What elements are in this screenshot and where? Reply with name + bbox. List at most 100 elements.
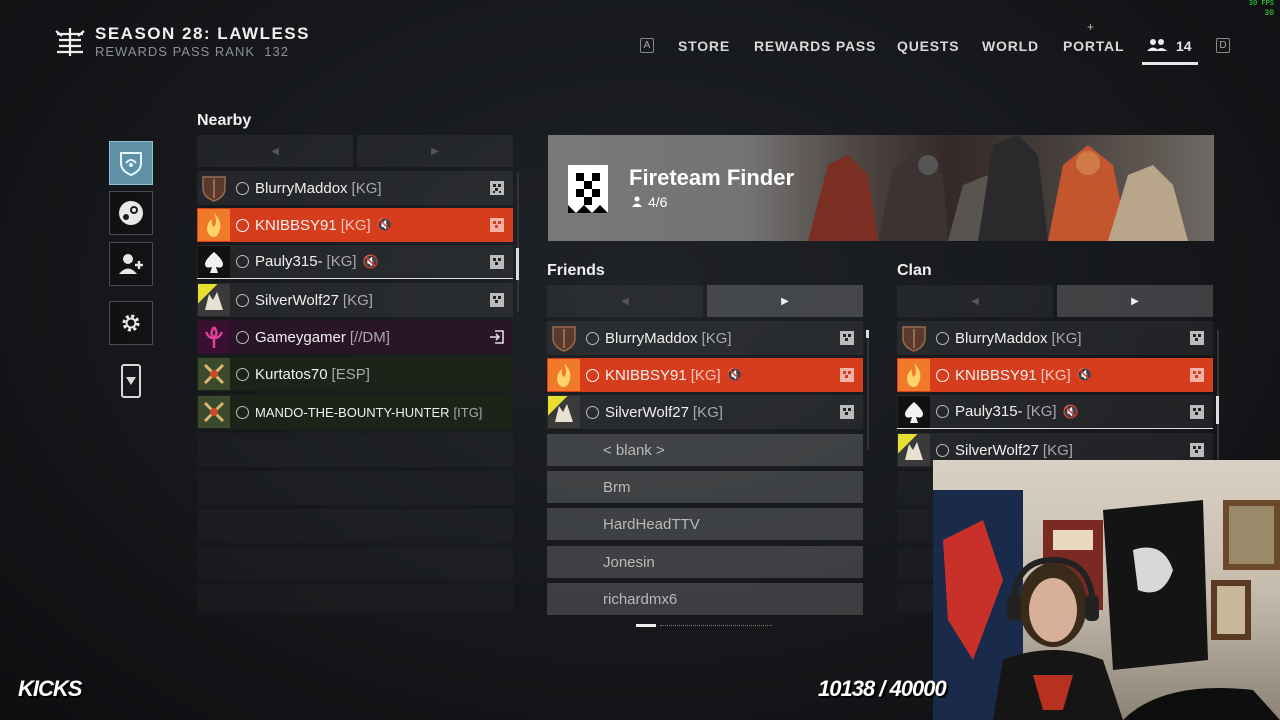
nearby-empty-slot (197, 471, 513, 505)
spade-emblem-icon (898, 395, 930, 428)
player-clan-tag: [//DM] (349, 328, 390, 346)
nearby-row-pauly315[interactable]: Pauly315- [KG] 🔇 (197, 245, 513, 279)
shield-radar-icon (120, 152, 142, 177)
friends-row-blurrymaddox[interactable]: BlurryMaddox [KG] (547, 321, 863, 355)
nav-world[interactable]: WORLD (982, 38, 1039, 54)
join-fireteam-icon[interactable] (489, 254, 505, 270)
nearby-row-kurtatos70[interactable]: Kurtatos70 [ESP] (197, 357, 513, 391)
crossed-axes-emblem-icon (198, 396, 230, 428)
nearby-scrollbar[interactable] (516, 172, 519, 312)
fps-counter: 30 FPS 30 (1249, 0, 1274, 18)
friends-pager: ◀ ▶ (547, 285, 863, 317)
player-name: MANDO-THE-BOUNTY-HUNTER (255, 404, 450, 420)
friends-offline-row[interactable]: Brm (547, 471, 863, 503)
friends-row-silverwolf27[interactable]: SilverWolf27 [KG] (547, 395, 863, 429)
join-fireteam-icon[interactable] (839, 404, 855, 420)
steam-icon (236, 293, 249, 307)
steam-icon (936, 368, 949, 382)
friends-offline-row[interactable]: HardHeadTTV (547, 508, 863, 540)
muted-icon: 🔇 (376, 217, 393, 232)
join-game-icon[interactable] (489, 329, 505, 345)
flame-emblem-icon (548, 359, 580, 391)
clan-row-knibbsy91[interactable]: KNIBBSY91 [KG] 🔇 (897, 358, 1213, 392)
nearby-empty-slot (197, 547, 513, 581)
nearby-title: Nearby (197, 112, 252, 129)
rail-add-friend-button[interactable] (109, 242, 153, 286)
nav-store[interactable]: STORE (678, 38, 730, 54)
player-clan-tag: [KG] (1040, 366, 1071, 384)
nav-rewards-pass[interactable]: REWARDS PASS (754, 38, 876, 54)
nearby-empty-slot (197, 509, 513, 543)
rank-value: 132 (264, 44, 289, 59)
clan-row-pauly315[interactable]: Pauly315- [KG] 🔇 (897, 395, 1213, 429)
person-icon (632, 196, 642, 207)
xbox-icon (236, 181, 249, 195)
clan-scrollbar[interactable] (1216, 330, 1219, 460)
friends-offline-row[interactable]: Jonesin (547, 546, 863, 578)
nearby-row-blurrymaddox[interactable]: BlurryMaddox [KG] (197, 171, 513, 205)
join-fireteam-icon[interactable] (489, 217, 505, 233)
steam-icon (236, 255, 249, 268)
nearby-next-page[interactable]: ▶ (357, 135, 513, 167)
friends-offline-row[interactable]: < blank > (547, 434, 863, 466)
clan-row-blurrymaddox[interactable]: BlurryMaddox [KG] (897, 321, 1213, 355)
friends-scrollbar[interactable] (866, 330, 869, 450)
join-fireteam-icon[interactable] (839, 367, 855, 383)
join-fireteam-icon[interactable] (839, 330, 855, 346)
player-name: Pauly315- (955, 403, 1023, 420)
xbox-icon (586, 331, 599, 345)
player-clan-tag: [KG] (690, 366, 721, 384)
goal-counter: 10138 / 40000 (818, 676, 947, 701)
friends-prev-page[interactable]: ◀ (547, 285, 703, 317)
nav-portal[interactable]: PORTAL (1063, 38, 1124, 54)
join-fireteam-icon[interactable] (1189, 404, 1205, 420)
friends-count: 14 (1176, 38, 1192, 54)
page-indicator (636, 624, 772, 627)
player-clan-tag: [KG] (1026, 403, 1057, 420)
flame-emblem-icon (898, 359, 930, 391)
join-fireteam-icon[interactable] (1189, 442, 1205, 458)
rail-companion-app-button[interactable] (121, 364, 141, 398)
muted-icon: 🔇 (362, 253, 379, 269)
muted-icon: 🔇 (726, 367, 743, 382)
join-fireteam-icon[interactable] (489, 180, 505, 196)
join-fireteam-icon[interactable] (1189, 367, 1205, 383)
fps-label: 30 FPS (1248, 0, 1274, 8)
wolf-emblem-icon (898, 434, 930, 466)
friends-next-page[interactable]: ▶ (707, 285, 863, 317)
flame-emblem-icon (198, 209, 230, 241)
wolf-emblem-icon (198, 284, 230, 316)
nearby-row-knibbsy91[interactable]: KNIBBSY91 [KG] 🔇 (197, 208, 513, 242)
shield-emblem-icon (898, 322, 930, 354)
player-name: Pauly315- (255, 253, 323, 270)
steam-icon (119, 201, 143, 225)
nearby-pager: ◀ ▶ (197, 135, 513, 167)
player-clan-tag: [KG] (701, 329, 732, 347)
nearby-row-mando[interactable]: MANDO-THE-BOUNTY-HUNTER [ITG] (197, 395, 513, 429)
friends-row-knibbsy91[interactable]: KNIBBSY91 [KG] 🔇 (547, 358, 863, 392)
friends-icon (1147, 39, 1167, 51)
player-name: SilverWolf27 (255, 291, 339, 309)
fps-value: 30 (1264, 9, 1274, 18)
spade-emblem-icon (198, 245, 230, 278)
clan-next-page[interactable]: ▶ (1057, 285, 1213, 317)
key-hint-d: D (1216, 38, 1230, 53)
shield-emblem-icon (198, 172, 230, 204)
webcam-overlay (933, 460, 1280, 720)
player-name: BlurryMaddox (605, 329, 698, 347)
rail-steam-button[interactable] (109, 191, 153, 235)
nearby-prev-page[interactable]: ◀ (197, 135, 353, 167)
nearby-row-gameygamer[interactable]: Gameygamer [//DM] (197, 320, 513, 354)
nearby-row-silverwolf27[interactable]: SilverWolf27 [KG] (197, 283, 513, 317)
nav-quests[interactable]: QUESTS (897, 38, 959, 54)
rail-nearby-button[interactable] (109, 141, 153, 185)
join-fireteam-icon[interactable] (1189, 330, 1205, 346)
friends-offline-row[interactable]: richardmx6 (547, 583, 863, 615)
rail-settings-button[interactable] (109, 301, 153, 345)
clan-prev-page[interactable]: ◀ (897, 285, 1053, 317)
player-clan-tag: [KG] (1042, 441, 1073, 459)
muted-icon: 🔇 (1076, 367, 1093, 382)
join-fireteam-icon[interactable] (489, 292, 505, 308)
player-name: KNIBBSY91 (955, 366, 1037, 384)
player-name: KNIBBSY91 (255, 216, 337, 234)
